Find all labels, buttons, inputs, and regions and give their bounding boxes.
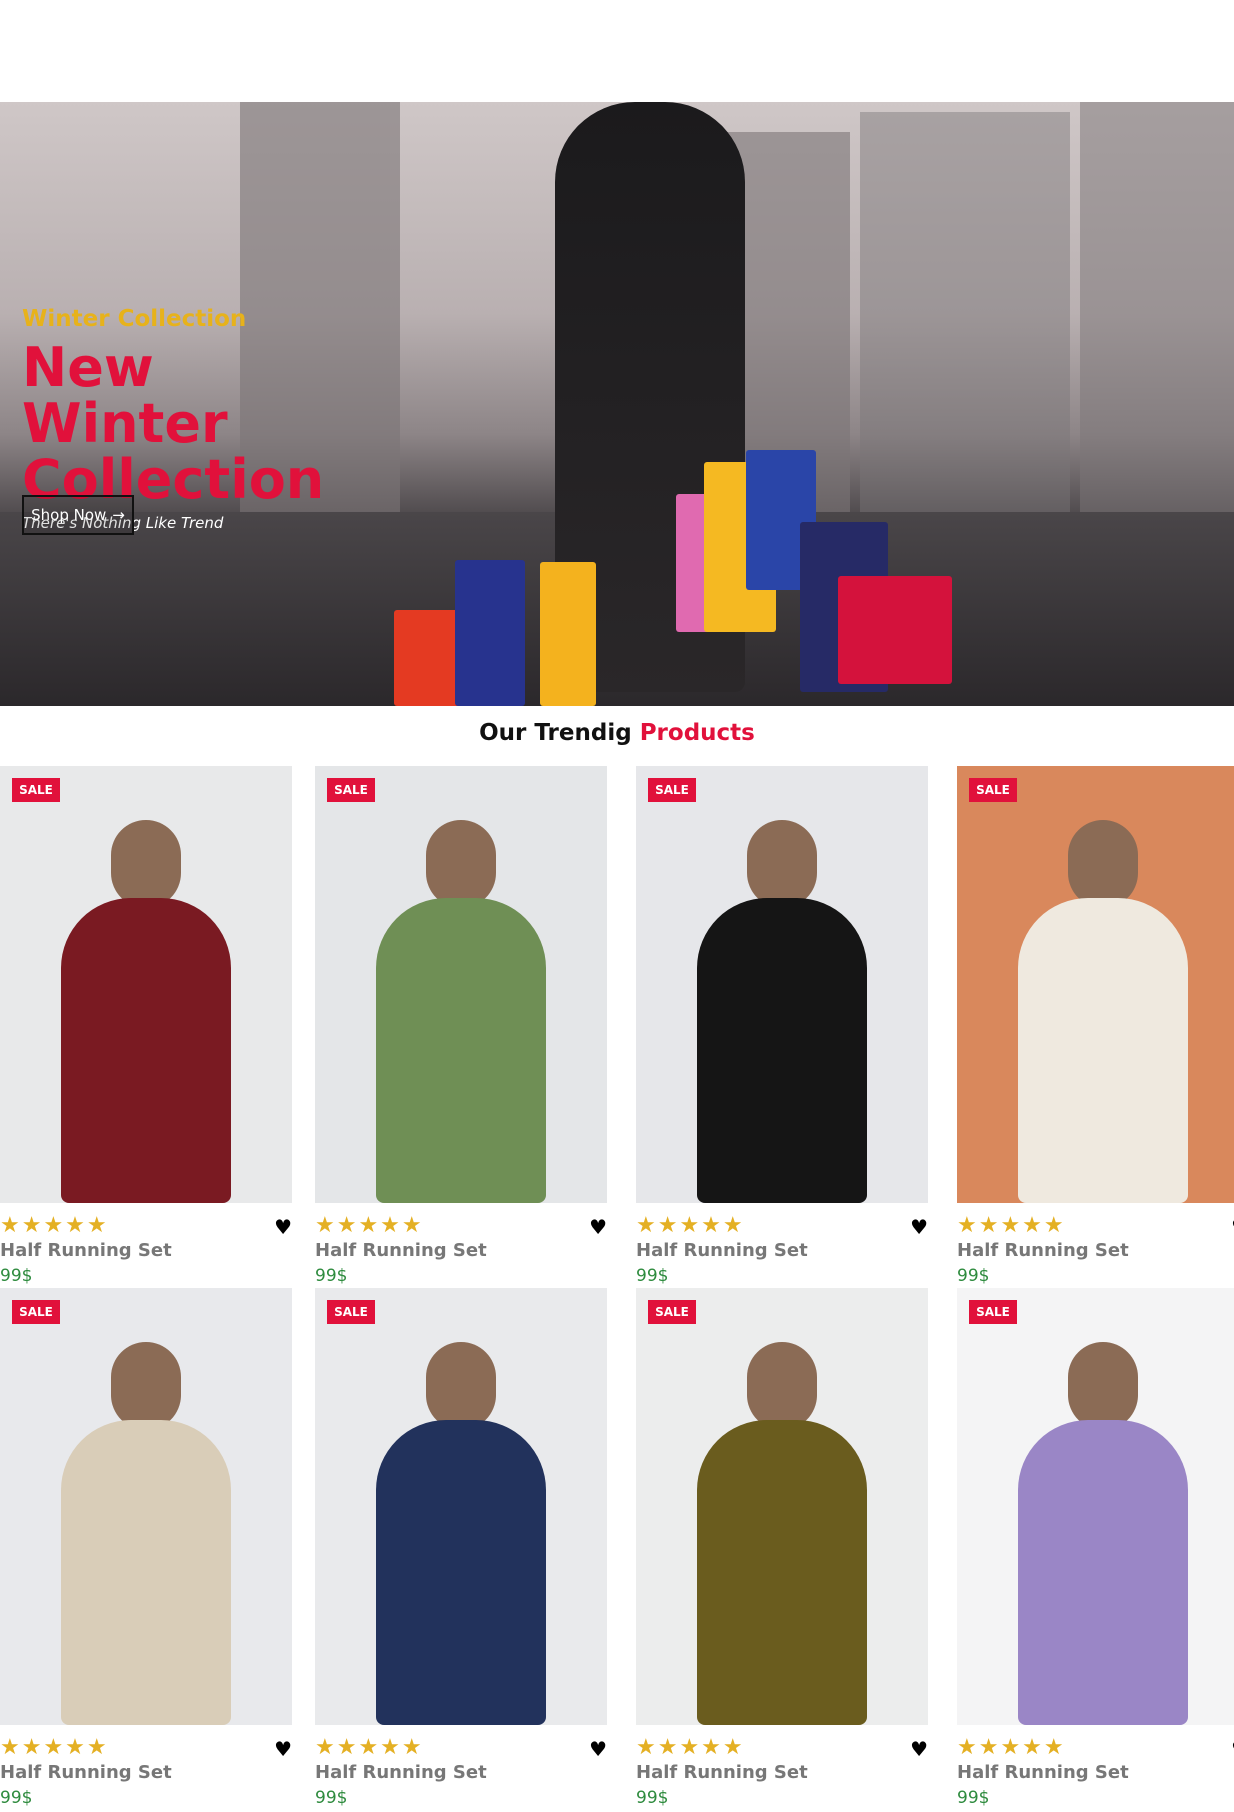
- product-price: 99$: [315, 1266, 348, 1286]
- product-name[interactable]: Half Running Set: [636, 1240, 808, 1261]
- wishlist-heart-icon[interactable]: ♥: [910, 1737, 928, 1761]
- sale-badge: SALE: [327, 1300, 375, 1324]
- product-image[interactable]: SALE: [0, 766, 292, 1203]
- model-head: [111, 820, 181, 908]
- product-price: 99$: [0, 1266, 33, 1286]
- sale-badge: SALE: [969, 778, 1017, 802]
- product-name[interactable]: Half Running Set: [315, 1762, 487, 1783]
- product-image[interactable]: SALE: [0, 1288, 292, 1725]
- model-head: [1068, 1342, 1138, 1430]
- section-title-prefix: Our Trendig: [479, 720, 632, 746]
- product-name[interactable]: Half Running Set: [957, 1762, 1129, 1783]
- product-image[interactable]: SALE: [315, 1288, 607, 1725]
- sale-badge: SALE: [12, 1300, 60, 1324]
- model-head: [426, 1342, 496, 1430]
- product-price: 99$: [0, 1788, 33, 1808]
- star-rating: ★★★★★: [636, 1213, 745, 1238]
- model-outfit: [376, 1420, 546, 1725]
- product-name[interactable]: Half Running Set: [636, 1762, 808, 1783]
- model-outfit: [61, 898, 231, 1203]
- product-card[interactable]: SALE ★★★★★ ♥ Half Running Set 99$: [315, 766, 607, 1288]
- model-head: [111, 1342, 181, 1430]
- wishlist-heart-icon[interactable]: ♥: [910, 1215, 928, 1239]
- model-head: [747, 1342, 817, 1430]
- product-card[interactable]: SALE ★★★★★ ♥ Half Running Set 99$: [0, 1288, 292, 1810]
- product-image[interactable]: SALE: [636, 1288, 928, 1725]
- model-outfit: [1018, 898, 1188, 1203]
- sale-badge: SALE: [327, 778, 375, 802]
- star-rating: ★★★★★: [315, 1213, 424, 1238]
- model-outfit: [697, 898, 867, 1203]
- product-name[interactable]: Half Running Set: [0, 1240, 172, 1261]
- star-rating: ★★★★★: [957, 1735, 1066, 1760]
- wishlist-heart-icon[interactable]: ♥: [589, 1737, 607, 1761]
- model-head: [747, 820, 817, 908]
- product-image[interactable]: SALE: [315, 766, 607, 1203]
- product-price: 99$: [636, 1266, 669, 1286]
- sale-badge: SALE: [969, 1300, 1017, 1324]
- model-outfit: [376, 898, 546, 1203]
- model-outfit: [1018, 1420, 1188, 1725]
- product-card[interactable]: SALE ★★★★★ ♥ Half Running Set 99$: [315, 1288, 607, 1810]
- product-price: 99$: [636, 1788, 669, 1808]
- model-outfit: [61, 1420, 231, 1725]
- hero-eyebrow: Winter Collection: [22, 306, 247, 332]
- sale-badge: SALE: [648, 1300, 696, 1324]
- product-card[interactable]: SALE ★★★★★ ♥ Half Running Set 99$: [636, 1288, 928, 1810]
- section-title: Our Trendig Products: [0, 720, 1234, 746]
- star-rating: ★★★★★: [315, 1735, 424, 1760]
- star-rating: ★★★★★: [957, 1213, 1066, 1238]
- product-image[interactable]: SALE: [636, 766, 928, 1203]
- top-header-blank: [0, 0, 1234, 102]
- star-rating: ★★★★★: [636, 1735, 745, 1760]
- arrow-right-icon: →: [112, 506, 125, 524]
- shop-now-button[interactable]: Shop Now →: [22, 495, 134, 535]
- hero-headline: New Winter Collection: [22, 336, 325, 511]
- wishlist-heart-icon[interactable]: ♥: [274, 1215, 292, 1239]
- product-image[interactable]: SALE: [957, 766, 1234, 1203]
- product-price: 99$: [957, 1788, 990, 1808]
- sale-badge: SALE: [648, 778, 696, 802]
- product-card[interactable]: SALE★★★★★♥Half Running Set99$: [957, 1288, 1234, 1810]
- product-image[interactable]: SALE: [957, 1288, 1234, 1725]
- wishlist-heart-icon[interactable]: ♥: [589, 1215, 607, 1239]
- product-card[interactable]: SALE ★★★★★ ♥ Half Running Set 99$: [0, 766, 292, 1288]
- model-outfit: [697, 1420, 867, 1725]
- star-rating: ★★★★★: [0, 1735, 109, 1760]
- model-head: [426, 820, 496, 908]
- shop-now-label: Shop Now: [31, 506, 107, 524]
- product-price: 99$: [315, 1788, 348, 1808]
- product-name[interactable]: Half Running Set: [315, 1240, 487, 1261]
- star-rating: ★★★★★: [0, 1213, 109, 1238]
- section-title-accent: Products: [639, 720, 755, 746]
- product-card[interactable]: SALE★★★★★♥Half Running Set99$: [957, 766, 1234, 1288]
- product-card[interactable]: SALE ★★★★★ ♥ Half Running Set 99$: [636, 766, 928, 1288]
- hero-banner: Winter Collection New Winter Collection …: [0, 102, 1234, 706]
- product-name[interactable]: Half Running Set: [957, 1240, 1129, 1261]
- product-name[interactable]: Half Running Set: [0, 1762, 172, 1783]
- sale-badge: SALE: [12, 778, 60, 802]
- model-head: [1068, 820, 1138, 908]
- product-price: 99$: [957, 1266, 990, 1286]
- wishlist-heart-icon[interactable]: ♥: [274, 1737, 292, 1761]
